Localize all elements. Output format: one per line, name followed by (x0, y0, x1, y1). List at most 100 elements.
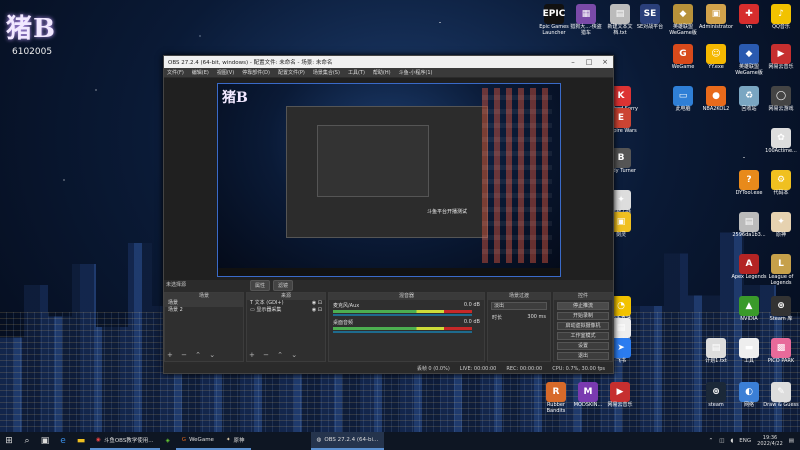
desktop-icon[interactable]: ✎ Draw & Guess (763, 382, 799, 409)
settings-button[interactable]: 设置 (557, 342, 609, 350)
desktop-icon[interactable]: EPIC Epic Games Launcher (536, 4, 572, 37)
desktop-icon[interactable]: ◆ 英雄联盟WeGame版 (731, 44, 767, 77)
taskbar-app-label: 原神 (233, 438, 245, 444)
taskbar: ⊞ ⌕ ▣ e ▬ ◉ 斗鱼OBS教学使用... ◈ G WeGame ✦ 原神… (0, 432, 800, 450)
menu-edit[interactable]: 编辑(E) (192, 69, 209, 76)
desktop-icon[interactable]: ⊛ Steam 库 (763, 296, 799, 323)
start-recording-button[interactable]: 开始录制 (557, 312, 609, 320)
stop-stream-button[interactable]: 停止推流 (557, 302, 609, 310)
desktop-icon[interactable]: ▶ 网易云音乐 (763, 44, 799, 71)
menu-profile[interactable]: 配置文件(P) (278, 69, 305, 76)
app-icon: ▶ (610, 382, 630, 402)
taskbar-app-wegame[interactable]: G WeGame (175, 432, 220, 450)
properties-button[interactable]: 属性 (250, 280, 271, 291)
desktop-icon[interactable]: ▶ 网易云音乐 (602, 382, 638, 409)
desktop-icon[interactable]: ▩ PICO PARK (763, 338, 799, 365)
mixer-channel: 麦克风/Aux 0.0 dB (329, 300, 484, 309)
source-item[interactable]: ▭ 显示器采集 ◉ ⊡ (247, 307, 325, 314)
desktop-icon[interactable]: ▤ 2596da1b3... (731, 212, 767, 239)
desktop-icon[interactable]: ▣ Administrator (698, 4, 734, 31)
taskbar-app-genshin[interactable]: ✦ 原神 (219, 432, 251, 450)
scene-item[interactable]: 场景 (165, 300, 243, 307)
mixer-dock: 混音器 麦克风/Aux 0.0 dB 桌面音频 0.0 dB (328, 292, 485, 362)
transition-select[interactable]: 淡出 (491, 302, 547, 310)
desktop-icon[interactable]: ♻ 回收站 (731, 86, 767, 113)
obs-titlebar[interactable]: OBS 27.2.4 (64-bit, windows) - 配置文件: 未命名… (164, 56, 613, 68)
desktop-icon[interactable]: ▬ 工具 (731, 338, 767, 365)
desktop-icon[interactable]: ◐ 网络 (731, 382, 767, 409)
eye-icon[interactable]: ◉ ⊡ (312, 307, 322, 314)
menu-tools[interactable]: 工具(T) (348, 69, 365, 76)
edge-icon[interactable]: e (54, 432, 72, 450)
volume-icon[interactable]: ◖ (730, 438, 733, 444)
virtual-camera-button[interactable]: 启动虚拟摄像机 (557, 322, 609, 330)
desktop-icon[interactable]: ☺ YY.exe (698, 44, 734, 71)
desktop-icon[interactable]: ✿ 100Actime... (763, 128, 799, 155)
sources-dock: 来源 T 文本 (GDI+) ◉ ⊡ ▭ 显示器采集 ◉ ⊡ + − ⌃ ⌄ (246, 292, 326, 362)
desktop-icon[interactable]: A Apex Legends (731, 254, 767, 281)
sources-controls[interactable]: + − ⌃ ⌄ (249, 351, 300, 359)
desktop-icon[interactable]: ▤ 计划1.txt (698, 338, 734, 365)
taskbar-app-nvidia[interactable]: ◈ (160, 432, 176, 450)
scenes-controls[interactable]: + − ⌃ ⌄ (167, 351, 218, 359)
volume-slider[interactable] (333, 314, 472, 316)
mixer-channel: 桌面音频 0.0 dB (329, 317, 484, 326)
windows-start-icon[interactable]: ⊞ (0, 432, 18, 450)
taskbar-app-chrome[interactable]: ◉ 斗鱼OBS教学使用... (90, 432, 160, 450)
menu-file[interactable]: 文件(F) (167, 69, 184, 76)
menu-docks[interactable]: 停靠部件(D) (242, 69, 270, 76)
desktop-icon[interactable]: L League of Legends (763, 254, 799, 287)
desktop-icon[interactable]: ⚙ 代码本 (763, 170, 799, 197)
desktop-icon[interactable]: ▭ 此电脑 (665, 86, 701, 113)
desktop-icon[interactable]: R Rubber Bandits (538, 382, 574, 415)
desktop-icon[interactable]: ✚ vn (731, 4, 767, 31)
desktop-icon[interactable]: ▲ NVIDIA (731, 296, 767, 323)
minimize-icon[interactable]: – (565, 58, 581, 66)
duration-input[interactable]: 300 ms (527, 314, 546, 321)
task-view-icon[interactable]: ▣ (36, 432, 54, 450)
studio-mode-button[interactable]: 工作室模式 (557, 332, 609, 340)
language-indicator[interactable]: ENG (739, 438, 751, 444)
desktop-icon[interactable]: ◯ 网易云游戏 (763, 86, 799, 113)
menu-scene-collection[interactable]: 场景集合(S) (313, 69, 340, 76)
source-item[interactable]: T 文本 (GDI+) ◉ ⊡ (247, 300, 325, 307)
desktop-icon[interactable]: ? DYTool.exe (731, 170, 767, 197)
desktop-icon-label: 网易云音乐 (768, 64, 794, 70)
menu-douyu[interactable]: 斗鱼-小程序(1) (399, 69, 433, 76)
desktop-icon[interactable]: ▦ 猎狗大...-侠盗猎车 (568, 4, 604, 37)
volume-slider[interactable] (333, 331, 472, 333)
clock[interactable]: 19:36 2022/4/22 (757, 435, 783, 447)
notification-icon[interactable]: ▤ (789, 438, 794, 444)
menu-help[interactable]: 帮助(H) (373, 69, 391, 76)
app-icon: ▤ (739, 212, 759, 232)
desktop-icon[interactable]: SE SE对战平台 (632, 4, 668, 31)
network-icon[interactable]: ◫ (719, 438, 724, 444)
desktop-icon[interactable]: M MODSKIN... (570, 382, 606, 409)
desktop-icon[interactable]: ♪ QQ音乐 (763, 4, 799, 31)
close-icon[interactable]: × (597, 58, 613, 66)
maximize-icon[interactable]: □ (581, 58, 597, 66)
rec-time: REC: 00:00:00 (506, 365, 543, 372)
desktop-icon-label: 英雄联盟WeGame版 (735, 64, 763, 76)
menu-view[interactable]: 视图(V) (217, 69, 234, 76)
eye-icon[interactable]: ◉ ⊡ (312, 300, 322, 307)
tray-overflow-icon[interactable]: ⌃ (709, 438, 714, 444)
desktop-icon[interactable]: ◆ 英雄联盟WeGame版 (665, 4, 701, 37)
scene-item[interactable]: 场景 2 (165, 307, 243, 314)
desktop-icon[interactable]: ● NBA2KOL2 (698, 86, 734, 113)
obs-window[interactable]: OBS 27.2.4 (64-bit, windows) - 配置文件: 未命名… (163, 55, 614, 374)
taskbar-app-obs[interactable]: ◍ OBS 27.2.4 (64-bi... (310, 432, 385, 450)
obs-preview[interactable]: 猪B 斗鱼平台开播测试 (164, 78, 613, 280)
exit-button[interactable]: 退出 (557, 352, 609, 360)
desktop-icon[interactable]: G WeGame (665, 44, 701, 71)
desktop-icon[interactable]: ✦ 原神 (763, 212, 799, 239)
filters-button[interactable]: 滤镜 (273, 280, 294, 291)
search-icon[interactable]: ⌕ (18, 432, 36, 450)
preview-canvas[interactable]: 猪B 斗鱼平台开播测试 (217, 83, 561, 277)
desktop-icon[interactable]: ⊛ steam (698, 382, 734, 409)
app-icon: SE (640, 4, 660, 24)
file-explorer-icon[interactable]: ▬ (72, 432, 90, 450)
app-icon: ▩ (771, 338, 791, 358)
app-icon: ➤ (611, 338, 631, 358)
desktop-icon-label: PICO PARK (767, 358, 795, 364)
